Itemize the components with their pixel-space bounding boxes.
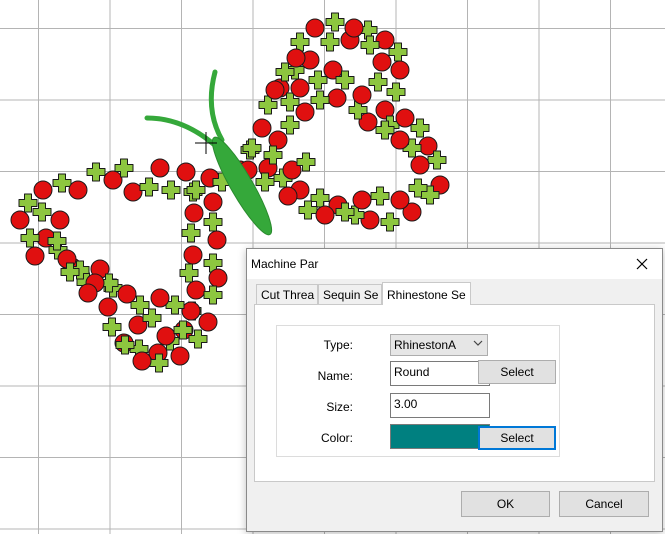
rhinestone-dot	[203, 192, 223, 212]
dialog-title: Machine Par	[251, 257, 319, 271]
rhinestone-dot	[290, 78, 310, 98]
tab-rhinestone[interactable]: Rhinestone Se	[382, 282, 471, 305]
rhinestone-dot	[150, 158, 170, 178]
rhinestone-dot	[123, 182, 143, 202]
rhinestone-dot	[98, 297, 118, 317]
rhinestone-dot	[183, 245, 203, 265]
sequin-cross	[203, 285, 223, 305]
rhinestone-tab-panel: Type: RhinestonA Name: Round Size: 3.00 …	[254, 304, 655, 482]
rhinestone-dot	[10, 210, 30, 230]
rhinestone-dot	[150, 288, 170, 308]
sequin-cross	[290, 32, 310, 52]
sequin-cross	[370, 186, 390, 206]
name-label: Name:	[317, 369, 353, 383]
rhinestone-dot	[315, 205, 335, 225]
rhinestone-dot	[295, 102, 315, 122]
color-swatch[interactable]	[390, 424, 490, 449]
sequin-cross	[52, 173, 72, 193]
rhinestone-dot	[372, 52, 392, 72]
sequin-cross	[280, 115, 300, 135]
sequin-cross	[320, 32, 340, 52]
rhinestone-dot	[278, 186, 298, 206]
sequin-cross	[242, 138, 262, 158]
rhinestone-dot	[286, 48, 306, 68]
rhinestone-dot	[198, 312, 218, 332]
rhinestone-dot	[352, 190, 372, 210]
rhinestone-dot	[156, 326, 176, 346]
sequin-cross	[139, 177, 159, 197]
rhinestone-dot	[344, 18, 364, 38]
rhinestone-dot	[33, 180, 53, 200]
type-value: RhinestonA	[394, 338, 457, 352]
sequin-cross	[179, 263, 199, 283]
sequin-cross	[325, 12, 345, 32]
rhinestone-dot	[25, 246, 45, 266]
rhinestone-dot	[265, 80, 285, 100]
tab-cut-thread[interactable]: Cut Threa	[256, 284, 318, 304]
rhinestone-dot	[252, 118, 272, 138]
close-button[interactable]	[622, 249, 662, 279]
color-label: Color:	[320, 431, 353, 445]
rhinestone-dot	[117, 284, 137, 304]
rhinestone-dot	[181, 301, 201, 321]
rhinestone-dot	[176, 162, 196, 182]
size-label: Size:	[326, 400, 353, 414]
sequin-cross	[368, 72, 388, 92]
rhinestone-dot	[208, 268, 228, 288]
ok-button[interactable]: OK	[461, 491, 550, 517]
sequin-cross	[386, 82, 406, 102]
sequin-cross	[86, 162, 106, 182]
type-label: Type:	[323, 338, 353, 352]
rhinestone-dot	[50, 210, 70, 230]
cancel-button[interactable]: Cancel	[559, 491, 649, 517]
sequin-cross	[380, 212, 400, 232]
rhinestone-dot	[390, 60, 410, 80]
rhinestone-dot	[170, 346, 190, 366]
select-stone-button[interactable]: Select	[478, 360, 556, 384]
type-dropdown[interactable]: RhinestonA	[390, 334, 488, 356]
close-icon	[636, 258, 648, 270]
rhinestone-dot	[327, 88, 347, 108]
chevron-down-icon	[473, 340, 483, 346]
rhinestone-dot	[186, 280, 206, 300]
sequin-cross	[310, 188, 330, 208]
antenna-right	[208, 69, 225, 143]
dialog-titlebar[interactable]: Machine Par	[247, 249, 662, 279]
sequin-cross	[102, 317, 122, 337]
sequin-cross	[20, 228, 40, 248]
size-field[interactable]: 3.00	[390, 393, 490, 418]
rhinestone-dot	[352, 85, 372, 105]
sequin-cross	[161, 180, 181, 200]
sequin-cross	[203, 212, 223, 232]
sequin-cross	[181, 223, 201, 243]
sequin-cross	[298, 200, 318, 220]
rhinestone-dot	[78, 283, 98, 303]
rhinestone-dot	[184, 203, 204, 223]
rhinestone-dot	[207, 230, 227, 250]
tab-sequin[interactable]: Sequin Se	[318, 284, 382, 304]
rhinestone-dot	[410, 155, 430, 175]
rhinestone-dot	[68, 180, 88, 200]
rhinestone-dot	[305, 18, 325, 38]
name-field[interactable]: Round	[390, 361, 490, 386]
select-color-button[interactable]: Select	[478, 426, 556, 450]
rhinestone-dot	[132, 351, 152, 371]
machine-param-dialog: Machine Par Cut Threa Sequin Se Rhinesto…	[246, 248, 663, 532]
sequin-cross	[310, 90, 330, 110]
rhinestone-dot	[390, 190, 410, 210]
rhinestone-dot	[103, 170, 123, 190]
